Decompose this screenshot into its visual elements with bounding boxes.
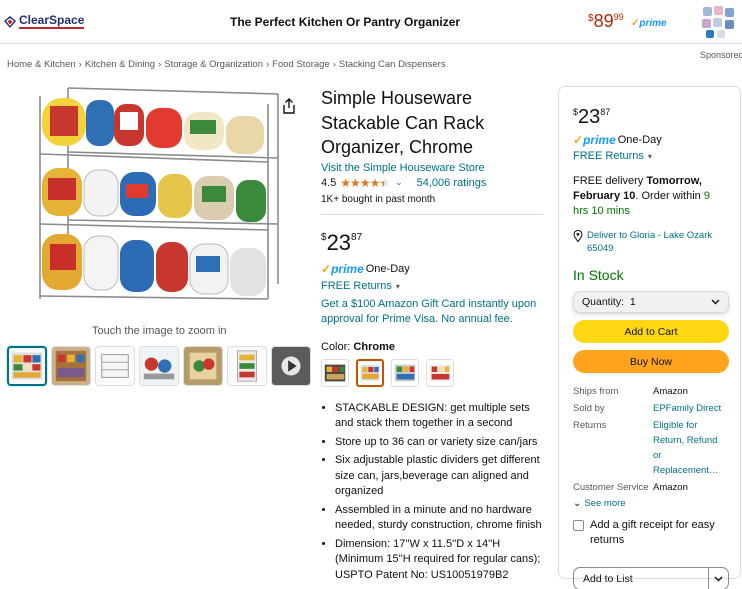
buy-box: $2387 ✓prime One-Day FREE Returns ▾ FREE … xyxy=(558,86,741,589)
breadcrumb-item[interactable]: Food Storage xyxy=(272,59,330,70)
clearspace-logo-icon xyxy=(4,15,16,28)
breadcrumb-item[interactable]: Kitchen & Dining xyxy=(85,59,155,70)
quantity-select[interactable]: Quantity: 1 xyxy=(573,291,729,313)
color-label: Color: Chrome xyxy=(321,340,395,353)
customer-service-label: Customer Service xyxy=(573,482,649,493)
bought-count: 1K+ bought in past month xyxy=(321,193,436,205)
quantity-value: 1 xyxy=(629,296,636,308)
brand-logo[interactable]: ClearSpace xyxy=(3,13,85,29)
thumbnail[interactable] xyxy=(139,346,179,386)
gift-receipt-checkbox[interactable] xyxy=(573,520,584,531)
buybox-prime-badge: ✓prime One-Day xyxy=(573,133,726,147)
feature-bullet: Store up to 36 can or variety size can/j… xyxy=(335,435,543,451)
gift-receipt-option[interactable]: Add a gift receipt for easy returns xyxy=(573,518,726,548)
add-to-list-dropdown[interactable] xyxy=(708,568,728,589)
sold-by-label: Sold by xyxy=(573,403,605,414)
stock-status: In Stock xyxy=(573,267,624,283)
breadcrumb-item[interactable]: Stacking Can Dispensers xyxy=(339,59,446,70)
video-thumbnail[interactable] xyxy=(271,346,311,386)
feature-bullet: Assembled in a minute and no hardware ne… xyxy=(335,503,543,534)
feature-bullet: Dimension: 17''W x 11.5''D x 14''H (Mini… xyxy=(335,537,543,584)
location-pin-icon xyxy=(573,230,583,242)
breadcrumb-item[interactable]: Storage & Organization xyxy=(164,59,263,70)
color-swatch[interactable] xyxy=(426,358,454,387)
product-price: $2387 xyxy=(321,229,363,255)
buybox-price: $2387 xyxy=(573,106,611,128)
thumbnail[interactable] xyxy=(51,346,91,386)
banner-price: $8999 xyxy=(588,11,624,31)
thumbnail[interactable] xyxy=(227,346,267,386)
gift-receipt-label: Add a gift receipt for easy returns xyxy=(590,519,715,546)
deliver-to-link[interactable]: Deliver to Gloria - Lake Ozark 65049 xyxy=(573,229,726,255)
share-icon[interactable] xyxy=(282,98,296,114)
add-to-cart-button[interactable]: Add to Cart xyxy=(573,320,729,343)
breadcrumb-item[interactable]: Home & Kitchen xyxy=(7,59,76,70)
chevron-down-icon xyxy=(714,576,723,581)
ships-from-label: Ships from xyxy=(573,386,619,397)
star-rating-icon[interactable]: ★★★★★ xyxy=(340,176,390,190)
delivery-info: FREE delivery Tomorrow, February 10. Ord… xyxy=(573,175,710,217)
sponsored-banner[interactable]: ClearSpace The Perfect Kitchen Or Pantry… xyxy=(0,0,742,60)
breadcrumb: Home & Kitchen › Kitchen & Dining › Storage … xyxy=(7,59,446,70)
rating-value: 4.5 xyxy=(321,176,337,189)
ratings-count-link[interactable]: 54,006 ratings xyxy=(417,177,487,189)
feature-bullets: STACKABLE DESIGN: get multiple sets and … xyxy=(321,401,543,584)
rating-row: 4.5 ★★★★★ ⌄ 54,006 ratings xyxy=(321,176,543,190)
color-swatch[interactable] xyxy=(321,358,349,387)
thumbnail[interactable] xyxy=(183,346,223,386)
chevron-down-icon: ▾ xyxy=(395,281,400,291)
feature-bullet: Six adjustable plastic dividers get diff… xyxy=(335,453,543,500)
zoom-hint: Touch the image to zoom in xyxy=(92,325,227,337)
returns-policy-link[interactable]: Eligible for Return, Refund or Replaceme… xyxy=(653,418,726,478)
ships-from-value: Amazon xyxy=(653,386,688,397)
thumbnail[interactable] xyxy=(95,346,135,386)
add-to-list-button[interactable]: Add to List xyxy=(574,568,708,589)
banner-title[interactable]: The Perfect Kitchen Or Pantry Organizer xyxy=(230,15,460,29)
feature-bullet: STACKABLE DESIGN: get multiple sets and … xyxy=(335,401,543,432)
main-product-image[interactable] xyxy=(28,84,288,316)
prime-visa-offer-link[interactable]: Get a $100 Amazon Gift Card instantly up… xyxy=(321,297,543,327)
see-more-link[interactable]: ⌄ See more xyxy=(573,498,726,509)
seller-details: Ships from Amazon Sold by EPFamily Direct … xyxy=(573,384,726,495)
thumbnail[interactable] xyxy=(7,346,47,386)
chevron-down-icon xyxy=(711,299,720,305)
color-swatches xyxy=(321,358,543,387)
add-to-list-control: Add to List xyxy=(573,567,729,589)
prime-badge: ✓prime One-Day xyxy=(321,262,543,276)
customer-service-value: Amazon xyxy=(653,482,688,493)
banner-prime-badge: ✓prime xyxy=(631,18,667,29)
banner-product-image[interactable] xyxy=(700,4,738,40)
free-returns-link[interactable]: FREE Returns ▾ xyxy=(321,280,543,292)
prime-logo-icon: ✓prime xyxy=(321,261,364,276)
color-swatch-chrome[interactable] xyxy=(356,358,384,387)
sold-by-link[interactable]: EPFamily Direct xyxy=(653,401,726,416)
color-swatch[interactable] xyxy=(391,358,419,387)
product-details: Simple Houseware Stackable Can Rack Orga… xyxy=(321,86,543,586)
buybox-free-returns-link[interactable]: FREE Returns ▾ xyxy=(573,150,726,162)
store-link[interactable]: Visit the Simple Houseware Store xyxy=(321,162,543,174)
thumbnail-strip xyxy=(7,346,311,386)
buy-now-button[interactable]: Buy Now xyxy=(573,350,729,373)
chevron-down-icon: ⌄ xyxy=(573,498,582,509)
returns-label: Returns xyxy=(573,420,607,431)
chevron-down-icon[interactable]: ⌄ xyxy=(395,177,403,188)
chevron-down-icon: ▾ xyxy=(647,152,652,161)
prime-delivery-label: One-Day xyxy=(365,262,410,275)
prime-logo-icon: ✓prime xyxy=(573,133,616,147)
sponsored-label: Sponsored xyxy=(700,50,742,60)
product-title: Simple Houseware Stackable Can Rack Orga… xyxy=(321,88,485,157)
prime-delivery-label: One-Day xyxy=(617,134,662,146)
brand-name: ClearSpace xyxy=(19,13,85,29)
divider xyxy=(321,213,543,215)
